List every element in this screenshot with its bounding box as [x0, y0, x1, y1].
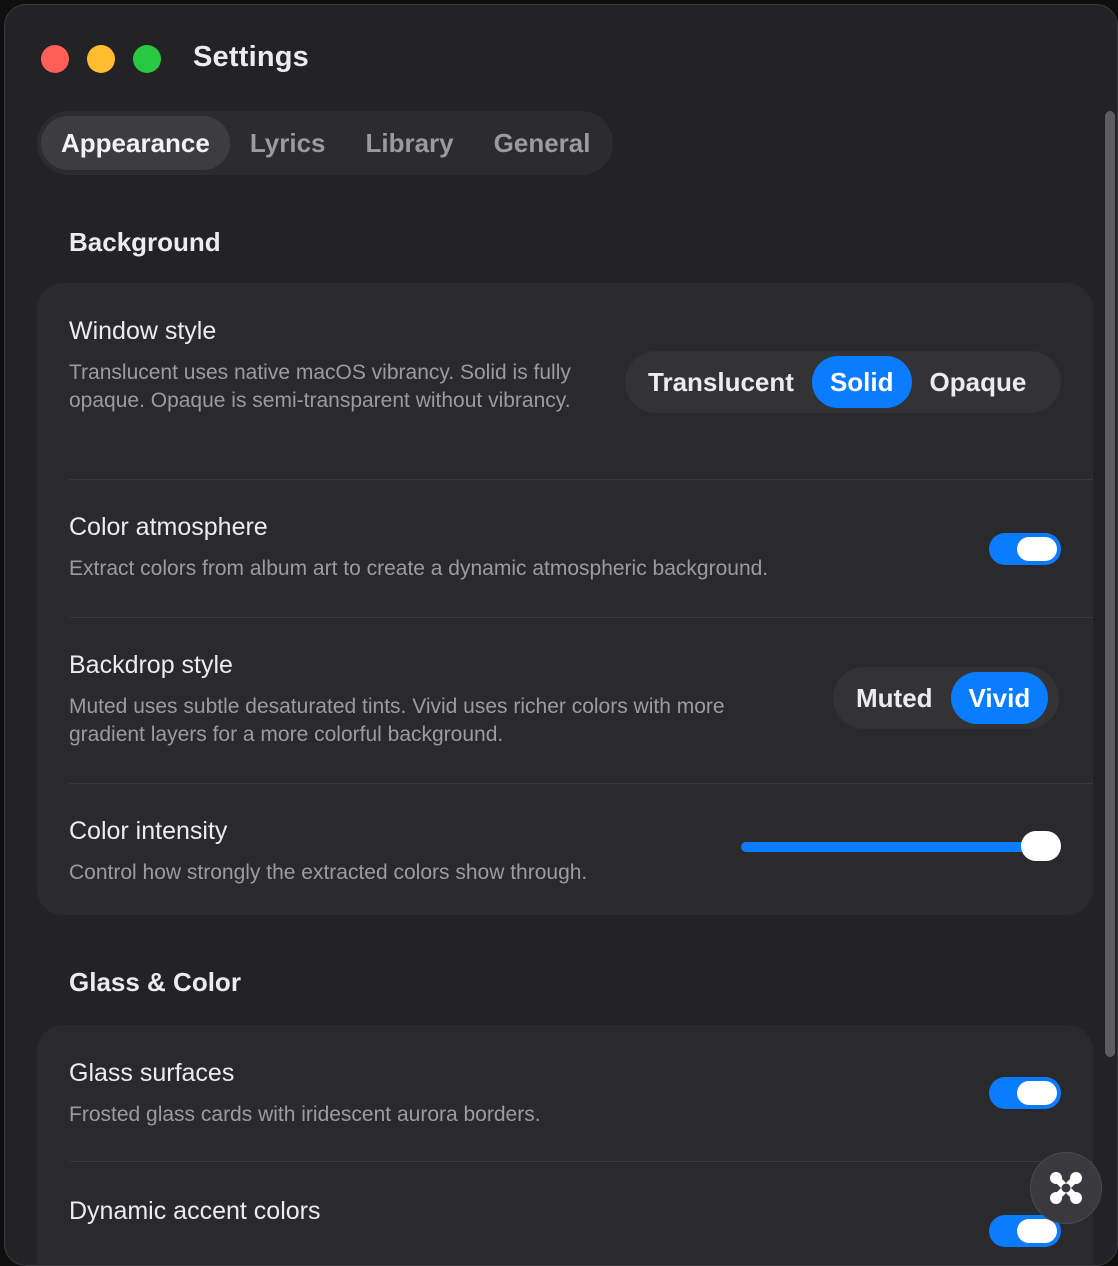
toggle-knob	[1017, 537, 1057, 561]
tab-appearance[interactable]: Appearance	[41, 116, 230, 170]
color-atmosphere-desc: Extract colors from album art to create …	[69, 557, 769, 580]
glass-surfaces-desc: Frosted glass cards with iridescent auro…	[69, 1103, 541, 1126]
floating-close-button[interactable]	[1030, 1152, 1102, 1224]
divider	[69, 783, 1093, 784]
backdrop-style-muted[interactable]: Muted	[838, 672, 951, 724]
background-card: Window style Translucent uses native mac…	[37, 283, 1093, 915]
slider-thumb[interactable]	[1021, 831, 1061, 861]
window-style-opaque[interactable]: Opaque	[912, 356, 1045, 408]
tab-library[interactable]: Library	[345, 116, 473, 170]
section-title-glass-color: Glass & Color	[69, 967, 241, 997]
glass-surfaces-toggle[interactable]	[989, 1077, 1061, 1109]
divider	[69, 617, 1093, 618]
slider-fill	[741, 842, 1041, 852]
close-window-button[interactable]	[41, 45, 69, 73]
tab-general[interactable]: General	[474, 116, 611, 170]
backdrop-style-row: Backdrop style Muted uses subtle desatur…	[69, 651, 1093, 751]
backdrop-style-title: Backdrop style	[69, 651, 233, 679]
zoom-window-button[interactable]	[133, 45, 161, 73]
glass-surfaces-row: Glass surfaces Frosted glass cards with …	[69, 1059, 1093, 1139]
glass-surfaces-title: Glass surfaces	[69, 1059, 235, 1087]
window-style-title: Window style	[69, 317, 217, 345]
window-style-desc: Translucent uses native macOS vibrancy. …	[69, 361, 571, 412]
backdrop-style-vivid[interactable]: Vivid	[950, 672, 1049, 724]
vertical-scrollbar[interactable]	[1103, 111, 1117, 1057]
window-controls	[41, 45, 161, 73]
tab-lyrics[interactable]: Lyrics	[230, 116, 346, 170]
window-style-solid[interactable]: Solid	[811, 356, 912, 408]
close-x-icon	[1050, 1172, 1082, 1204]
color-intensity-title: Color intensity	[69, 817, 228, 845]
color-intensity-row: Color intensity Control how strongly the…	[69, 817, 1093, 897]
color-atmosphere-row: Color atmosphere Extract colors from alb…	[69, 513, 1093, 593]
color-atmosphere-title: Color atmosphere	[69, 513, 268, 541]
divider	[69, 1161, 1093, 1162]
color-intensity-desc: Control how strongly the extracted color…	[69, 861, 588, 884]
settings-tabs: Appearance Lyrics Library General	[37, 111, 613, 175]
color-intensity-slider[interactable]	[741, 827, 1061, 867]
scrollbar-thumb[interactable]	[1105, 111, 1115, 1057]
window-style-row: Window style Translucent uses native mac…	[69, 317, 1093, 477]
settings-window: Settings Appearance Lyrics Library Gener…	[4, 4, 1118, 1266]
window-style-translucent[interactable]: Translucent	[630, 356, 812, 408]
glass-color-card: Glass surfaces Frosted glass cards with …	[37, 1025, 1093, 1265]
toggle-knob	[1017, 1219, 1057, 1243]
color-atmosphere-toggle[interactable]	[989, 533, 1061, 565]
window-style-segmented: Translucent Solid Opaque	[625, 351, 1061, 413]
section-title-background: Background	[69, 227, 221, 257]
window-title: Settings	[193, 41, 309, 73]
toggle-knob	[1017, 1081, 1057, 1105]
dynamic-accent-title: Dynamic accent colors	[69, 1197, 321, 1225]
divider	[69, 479, 1093, 480]
minimize-window-button[interactable]	[87, 45, 115, 73]
backdrop-style-desc: Muted uses subtle desaturated tints. Viv…	[69, 695, 725, 746]
backdrop-style-segmented: Muted Vivid	[833, 667, 1059, 729]
